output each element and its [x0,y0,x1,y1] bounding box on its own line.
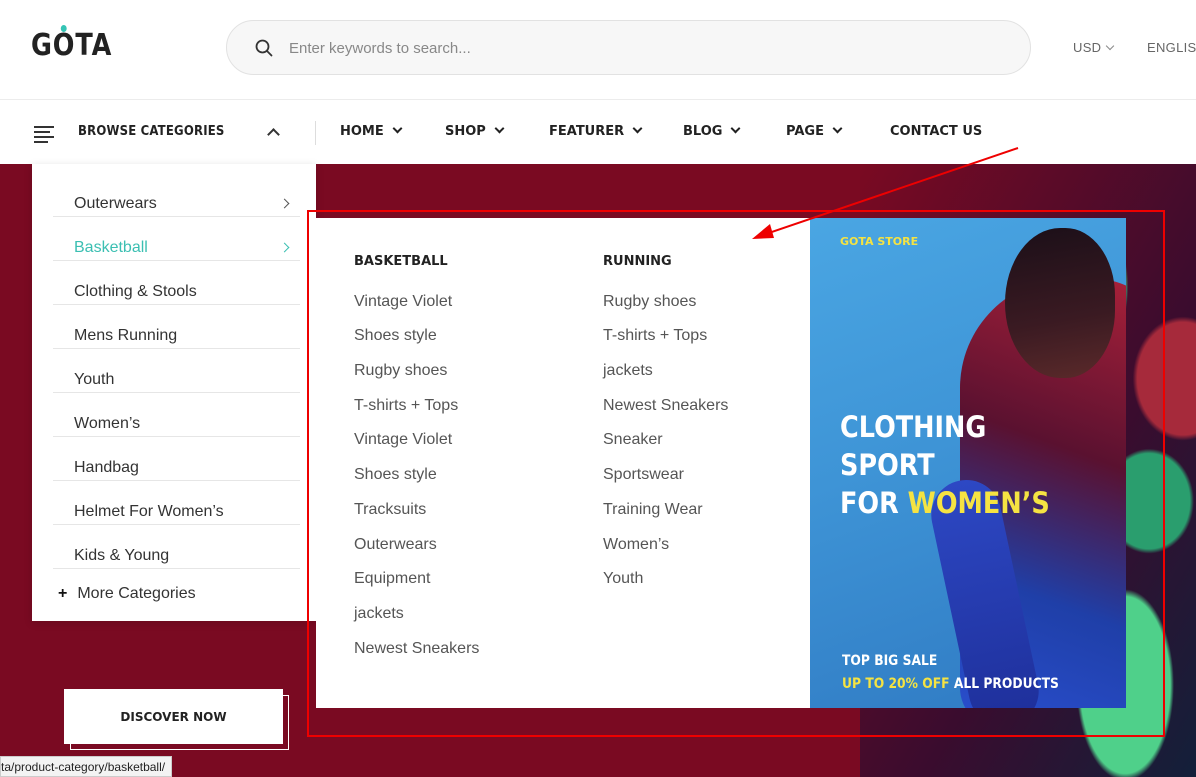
more-categories-link[interactable]: + More Categories [58,585,196,603]
status-bar-url: ta/product-category/basketball/ [0,756,173,777]
browse-categories-toggle[interactable]: BROWSE CATEGORIES [32,101,317,164]
more-categories-label: More Categories [77,585,196,602]
nav-item-label: CONTACT US [890,124,983,139]
currency-label: USD [1073,40,1102,55]
nav-item-label: SHOP [445,124,486,139]
nav-item-featurer[interactable]: FEATURER [549,123,643,139]
category-item-outerwears[interactable]: Outerwears [53,173,300,217]
nav-item-shop[interactable]: SHOP [445,123,505,139]
language-label: ENGLISH [1147,40,1196,55]
category-item-basketball[interactable]: Basketball [53,217,300,261]
chevron-down-icon [494,123,505,134]
category-label: Women’s [74,415,141,432]
category-item-helmet-for-womens[interactable]: Helmet For Women’s [53,481,300,525]
annotation-arrow-icon [752,147,1019,239]
chevron-right-icon [279,242,290,253]
nav-item-label: PAGE [786,124,824,139]
nav-item-label: HOME [340,124,384,139]
search-bar[interactable] [226,20,1031,75]
browse-categories-label: BROWSE CATEGORIES [78,124,225,139]
chevron-up-icon [267,128,280,141]
chevron-right-icon [279,198,290,209]
header: GOTA USD ENGLISH [0,0,1196,100]
chevron-down-icon [832,123,843,134]
chevron-down-icon [632,123,643,134]
search-icon[interactable] [255,39,273,57]
nav-divider [315,121,316,145]
category-item-mens-running[interactable]: Mens Running [53,305,300,349]
category-item-clothing-stools[interactable]: Clothing & Stools [53,261,300,305]
discover-now-button[interactable]: DISCOVER NOW [64,689,283,744]
category-item-handbag[interactable]: Handbag [53,437,300,481]
category-label: Kids & Young [74,547,170,564]
menu-icon [34,126,54,143]
plus-icon: + [58,585,68,602]
category-label: Helmet For Women’s [74,503,224,520]
category-item-youth[interactable]: Youth [53,349,300,393]
annotation-highlight-box [307,210,1165,737]
chevron-down-icon [1106,41,1115,51]
category-label: Basketball [74,239,148,256]
currency-selector[interactable]: USD [1073,40,1115,55]
nav-item-home[interactable]: HOME [340,123,403,139]
search-input[interactable] [289,33,989,63]
nav-item-label: FEATURER [549,124,625,139]
category-label: Clothing & Stools [74,283,197,300]
nav-item-label: BLOG [683,124,723,139]
category-dropdown: Outerwears Basketball Clothing & Stools … [32,164,316,621]
category-label: Handbag [74,459,139,476]
category-label: Youth [74,371,115,388]
category-label: Mens Running [74,327,178,344]
chevron-down-icon [392,123,403,134]
nav-item-page[interactable]: PAGE [786,123,843,139]
language-selector[interactable]: ENGLISH [1147,40,1196,55]
category-item-womens[interactable]: Women’s [53,393,300,437]
nav-item-blog[interactable]: BLOG [683,123,741,139]
nav-item-contact-us[interactable]: CONTACT US [890,124,982,139]
chevron-down-icon [731,123,741,134]
category-label: Outerwears [74,195,157,212]
category-item-kids-young[interactable]: Kids & Young [53,525,300,569]
site-logo[interactable]: GOTA [31,25,112,63]
